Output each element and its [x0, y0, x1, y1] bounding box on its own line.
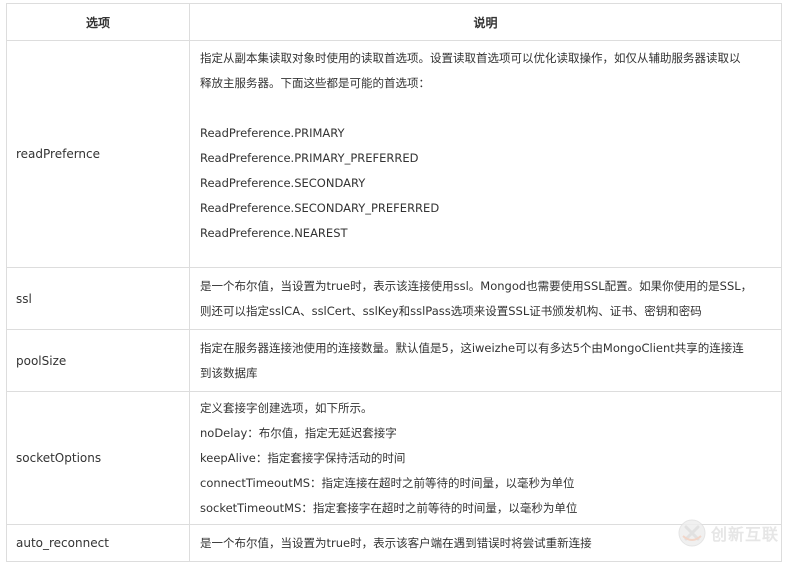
description-line: 定义套接字创建选项，如下所示。: [200, 400, 373, 415]
watermark: 创新互联: [677, 518, 779, 548]
option-description: 指定在服务器连接池使用的连接数量。默认值是5，这iweizhe可以有多达5个由M…: [189, 329, 782, 392]
header-option: 选项: [6, 3, 190, 41]
description-line: 则还可以指定sslCA、sslCert、sslKey和sslPass选项来设置S…: [200, 303, 702, 318]
description-line: noDelay：布尔值，指定无延迟套接字: [200, 425, 397, 440]
description-line: ReadPreference.SECONDARY: [200, 176, 366, 190]
description-line: 到该数据库: [200, 365, 258, 380]
description-line: connectTimeoutMS：指定连接在超时之前等待的时间量，以毫秒为单位: [200, 475, 575, 490]
option-description: 定义套接字创建选项，如下所示。 noDelay：布尔值，指定无延迟套接字 kee…: [189, 391, 782, 525]
description-line: 是一个布尔值，当设置为true时，表示该连接使用ssl。Mongod也需要使用S…: [200, 278, 753, 293]
table-row: auto_reconnect 是一个布尔值，当设置为true时，表示该客户端在遇…: [6, 524, 782, 562]
description-line: 指定从副本集读取对象时使用的读取首选项。设置读取首选项可以优化读取操作，如仅从辅…: [200, 51, 741, 65]
table-row: readPrefernce 指定从副本集读取对象时使用的读取首选项。设置读取首选…: [6, 40, 782, 268]
options-table: 选项 说明 readPrefernce 指定从副本集读取对象时使用的读取首选项。…: [6, 3, 782, 562]
description-line: keepAlive：指定套接字保持活动的时间: [200, 450, 406, 465]
option-description: 指定从副本集读取对象时使用的读取首选项。设置读取首选项可以优化读取操作，如仅从辅…: [189, 40, 782, 268]
description-line: socketTimeoutMS：指定套接字在超时之前等待的时间量，以毫秒为单位: [200, 500, 578, 515]
description-line: ReadPreference.PRIMARY: [200, 126, 345, 140]
table-row: ssl 是一个布尔值，当设置为true时，表示该连接使用ssl。Mongod也需…: [6, 267, 782, 330]
option-name: readPrefernce: [6, 40, 190, 268]
option-name: poolSize: [6, 329, 190, 392]
description-line: ReadPreference.PRIMARY_PREFERRED: [200, 151, 419, 165]
table-row: poolSize 指定在服务器连接池使用的连接数量。默认值是5，这iweizhe…: [6, 329, 782, 392]
description-line: ReadPreference.NEAREST: [200, 226, 348, 240]
watermark-text: 创新互联: [710, 525, 779, 544]
table-row: socketOptions 定义套接字创建选项，如下所示。 noDelay：布尔…: [6, 391, 782, 525]
header-description: 说明: [189, 3, 782, 41]
description-line: 释放主服务器。下面这些都是可能的首选项：: [200, 76, 430, 90]
description-gap: [200, 96, 771, 121]
option-name: socketOptions: [6, 391, 190, 525]
option-description: 是一个布尔值，当设置为true时，表示该连接使用ssl。Mongod也需要使用S…: [189, 267, 782, 330]
option-name: ssl: [6, 267, 190, 330]
option-name: auto_reconnect: [6, 524, 190, 562]
chuangxin-logo-icon: [678, 519, 706, 547]
description-line: ReadPreference.SECONDARY_PREFERRED: [200, 201, 440, 215]
description-line: 指定在服务器连接池使用的连接数量。默认值是5，这iweizhe可以有多达5个由M…: [200, 340, 744, 355]
header-row: 选项 说明: [6, 3, 782, 41]
